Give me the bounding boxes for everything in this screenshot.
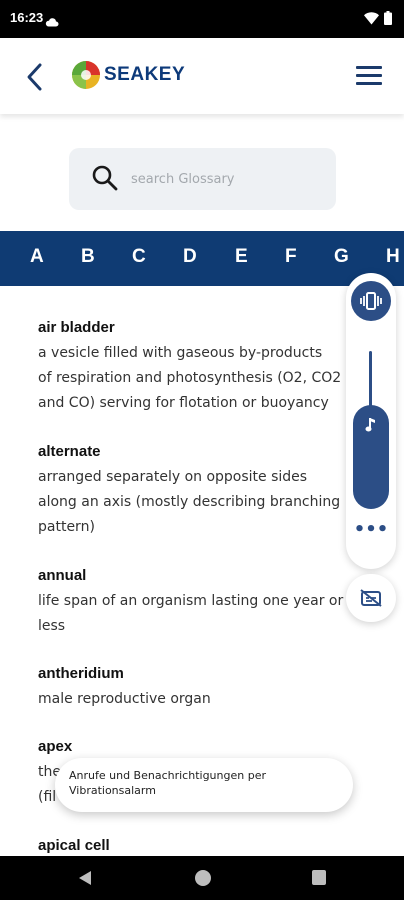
glossary-definition: life span of an organism lasting one yea… <box>38 593 344 634</box>
app-name: SEAKEY <box>104 64 186 85</box>
glossary-entry[interactable]: air bladder a vesicle filled with gaseou… <box>38 318 348 416</box>
glossary-entry[interactable]: annual life span of an organism lasting … <box>38 566 348 639</box>
battery-icon <box>384 11 392 25</box>
menu-button[interactable] <box>356 66 382 86</box>
nav-back-icon[interactable] <box>78 870 92 886</box>
volume-slider[interactable] <box>353 405 389 509</box>
glossary-definition: arranged separately on opposite sides al… <box>38 469 341 535</box>
alpha-letter-b[interactable]: B <box>81 246 95 268</box>
glossary-entry[interactable]: apical cell <box>38 836 348 856</box>
system-nav-bar <box>0 856 404 900</box>
alpha-letter-f[interactable]: F <box>285 246 297 268</box>
music-note-icon <box>365 418 375 432</box>
app-header: SEAKEY <box>0 38 404 114</box>
logo-mark-icon <box>72 61 100 89</box>
toast-text: Anrufe und Benachrichtigungen per Vibrat… <box>69 769 266 797</box>
glossary-definition: a vesicle filled with gaseous by-product… <box>38 345 342 411</box>
glossary-term: alternate <box>38 443 101 460</box>
vibration-toast: Anrufe und Benachrichtigungen per Vibrat… <box>55 758 353 812</box>
chevron-left-icon <box>27 63 42 91</box>
glossary-term: air bladder <box>38 319 115 336</box>
captions-off-icon <box>360 589 382 607</box>
glossary-entry[interactable]: alternate arranged separately on opposit… <box>38 442 348 540</box>
back-button[interactable] <box>22 60 52 94</box>
glossary-term: apical cell <box>38 837 110 854</box>
glossary-term: apex <box>38 738 73 755</box>
alpha-letter-d[interactable]: D <box>183 246 197 268</box>
nav-recents-icon[interactable] <box>312 870 326 885</box>
ringer-mode-button[interactable] <box>351 281 391 321</box>
vibrate-icon <box>360 292 382 310</box>
app-logo: SEAKEY <box>70 59 185 91</box>
glossary-term: antheridium <box>38 665 124 682</box>
glossary-entry[interactable]: antheridium male reproductive organ <box>38 664 348 712</box>
search-box[interactable] <box>69 148 336 210</box>
hamburger-icon <box>356 66 382 69</box>
status-icons <box>364 11 392 25</box>
wifi-icon <box>364 11 379 24</box>
nav-home-icon[interactable] <box>195 870 211 886</box>
glossary-definition: male reproductive organ <box>38 691 211 707</box>
more-options-button[interactable]: ••• <box>346 521 396 539</box>
glossary-term: annual <box>38 567 87 584</box>
alpha-letter-h[interactable]: H <box>386 246 400 268</box>
status-bar: 16:23 <box>0 0 404 38</box>
app-screen: 16:23 SEAKEY search Glossary A B C D E F… <box>0 0 404 900</box>
alpha-letter-g[interactable]: G <box>334 246 349 268</box>
volume-track[interactable] <box>369 351 372 411</box>
alphabet-bar: A B C D E F G H <box>0 231 404 286</box>
alpha-letter-c[interactable]: C <box>132 246 146 268</box>
volume-panel: ••• <box>346 273 396 569</box>
status-time: 16:23 <box>10 10 44 25</box>
alpha-letter-a[interactable]: A <box>30 246 44 268</box>
live-caption-button[interactable] <box>346 574 396 622</box>
search-input[interactable] <box>131 166 321 192</box>
search-icon <box>92 165 118 191</box>
cloud-icon <box>45 12 59 31</box>
alpha-letter-e[interactable]: E <box>235 246 248 268</box>
